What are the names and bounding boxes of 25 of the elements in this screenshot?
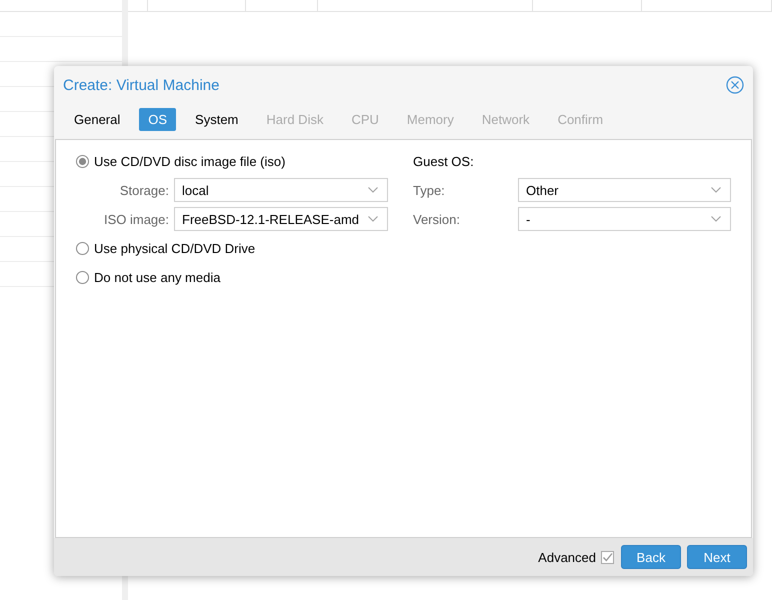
radio-button[interactable] (76, 242, 89, 254)
dropdown-field[interactable]: - (518, 207, 731, 231)
radio-label[interactable]: Use physical CD/DVD Drive (94, 240, 256, 256)
section-heading: Guest OS: (413, 154, 474, 168)
tab[interactable]: System (186, 108, 248, 131)
radio-button[interactable] (76, 270, 89, 284)
dropdown-field[interactable]: local (174, 178, 388, 202)
dialog-title: Create: Virtual Machine (63, 76, 220, 94)
tab[interactable]: General (65, 108, 130, 131)
caret-icon[interactable] (711, 216, 721, 222)
checkbox-label[interactable]: Advanced (538, 550, 596, 564)
field-label: ISO image: (102, 212, 170, 226)
caret-icon[interactable] (368, 187, 378, 193)
close-icon[interactable] (726, 76, 744, 94)
field-label: Version: (413, 212, 461, 226)
radio-label[interactable]: Do not use any media (94, 270, 220, 284)
radio-button[interactable] (76, 154, 89, 168)
caret-icon[interactable] (368, 216, 378, 222)
radio-label[interactable]: Use CD/DVD disc image file (iso) (94, 154, 286, 168)
field-label: Type: (413, 182, 446, 198)
caret-icon[interactable] (711, 187, 721, 193)
dropdown-field[interactable]: Other (518, 178, 731, 202)
checkbox[interactable] (601, 550, 614, 564)
field-label: Storage: (118, 182, 170, 198)
dropdown-field[interactable]: FreeBSD-12.1-RELEASE-amd (174, 207, 388, 231)
